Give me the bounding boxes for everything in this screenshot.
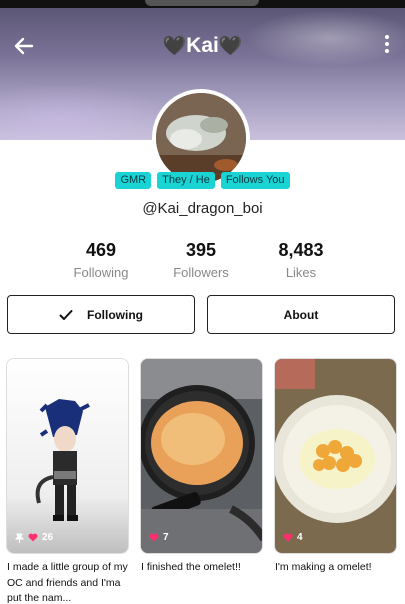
about-button[interactable]: About <box>207 295 395 334</box>
post-stats: 7 <box>149 532 169 543</box>
post-thumbnail <box>275 359 396 553</box>
post-like-count: 4 <box>297 532 303 543</box>
badge-follows-you: Follows You <box>220 172 290 189</box>
stat-following-value: 469 <box>85 240 117 260</box>
notch-pill <box>145 0 259 6</box>
stat-followers-label: Followers <box>173 265 229 280</box>
profile-badges: GMR They / He Follows You <box>0 172 405 189</box>
post-thumbnail <box>7 359 128 553</box>
post-stats: 4 <box>283 532 303 543</box>
post-caption[interactable]: I'm making a omelet! <box>275 560 399 576</box>
stat-following[interactable]: 469 Following <box>51 240 151 280</box>
post-like-count: 7 <box>163 532 169 543</box>
checkmark-icon <box>59 309 73 320</box>
post-stats: 26 <box>15 532 53 543</box>
post-caption[interactable]: I finished the omelet!! <box>141 560 265 576</box>
black-heart-icon: 🖤 <box>162 36 187 57</box>
post-like-count: 26 <box>42 532 54 543</box>
avatar-image <box>156 93 246 183</box>
black-heart-icon: 🖤 <box>218 36 243 57</box>
badge-pronouns: They / He <box>157 172 215 189</box>
following-button[interactable]: Following <box>7 295 195 334</box>
heart-icon <box>28 533 38 542</box>
post-card[interactable]: 26 <box>6 358 129 554</box>
post-card[interactable]: 7 <box>140 358 263 554</box>
heart-icon <box>149 533 159 542</box>
about-button-label: About <box>283 307 319 322</box>
pin-icon <box>15 533 24 543</box>
post-card[interactable]: 4 <box>274 358 397 554</box>
badge-gmr: GMR <box>115 172 152 189</box>
page-title: 🖤Kai🖤 <box>0 34 405 58</box>
profile-name: Kai <box>186 34 219 57</box>
stat-likes-label: Likes <box>285 265 317 280</box>
post-caption[interactable]: I made a little group of my OC and frien… <box>7 560 131 604</box>
stat-likes-value: 8,483 <box>278 240 324 260</box>
heart-icon <box>283 533 293 542</box>
stat-following-label: Following <box>73 265 129 280</box>
user-handle: @Kai_dragon_boi <box>142 200 263 217</box>
post-thumbnail <box>141 359 262 553</box>
more-options-icon[interactable] <box>383 35 391 57</box>
stat-likes[interactable]: 8,483 Likes <box>251 240 351 280</box>
stat-followers-value: 395 <box>185 240 217 260</box>
following-button-label: Following <box>87 307 143 322</box>
status-bar <box>0 0 405 8</box>
stat-followers[interactable]: 395 Followers <box>151 240 251 280</box>
